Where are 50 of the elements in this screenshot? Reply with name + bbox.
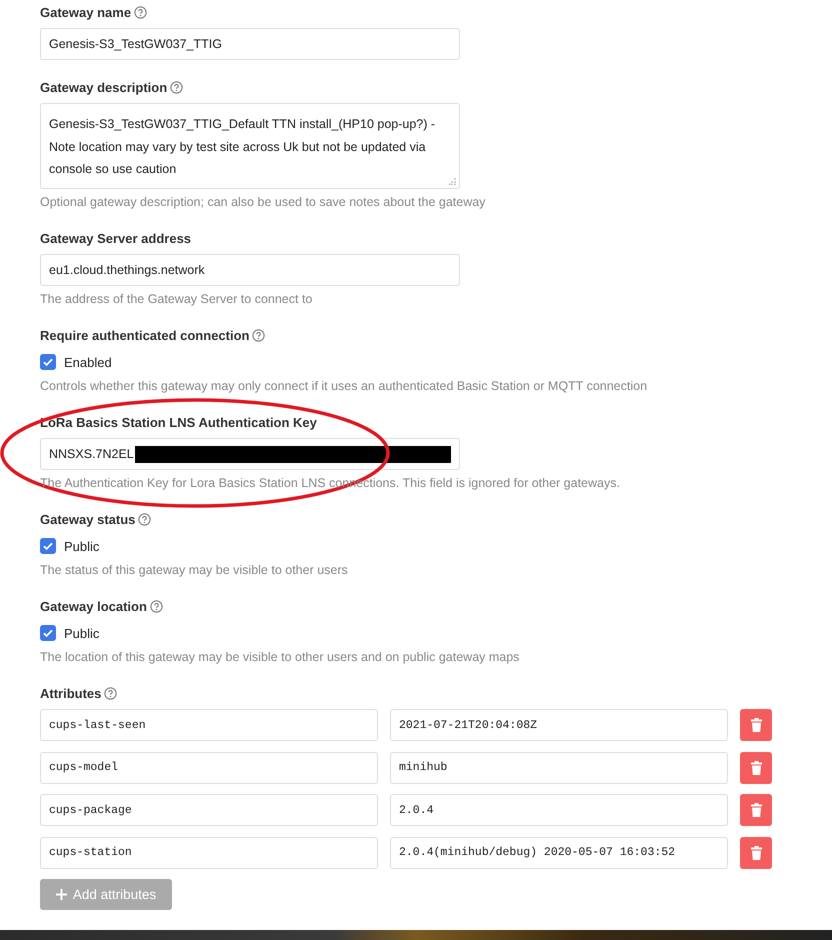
resize-grip-icon[interactable] xyxy=(449,178,456,185)
trash-icon xyxy=(750,846,762,860)
checkbox[interactable] xyxy=(40,354,56,370)
attribute-value-field[interactable]: minihub xyxy=(390,752,728,784)
delete-button[interactable] xyxy=(740,836,772,868)
input-field[interactable]: NNSXS.7N2EL xyxy=(40,438,460,470)
attribute-value-field[interactable]: 2021-07-21T20:04:08Z xyxy=(390,709,728,741)
checkbox-label: Public xyxy=(64,538,100,554)
attribute-value-field[interactable]: 2.0.4(minihub/debug) 2020-05-07 16:03:52 xyxy=(390,836,728,868)
delete-button[interactable] xyxy=(740,752,772,784)
checkbox-label: Enabled xyxy=(64,354,112,370)
trash-icon xyxy=(750,803,762,817)
field-label: LoRa Basics Station LNS Authentication Key xyxy=(40,414,317,430)
input-field[interactable]: eu1.cloud.thethings.network xyxy=(40,254,460,286)
help-icon[interactable] xyxy=(104,686,118,700)
trash-icon xyxy=(750,718,762,732)
plus-icon xyxy=(56,889,67,900)
help-icon[interactable] xyxy=(134,6,148,18)
field-label: Gateway name xyxy=(40,4,132,20)
help-icon[interactable] xyxy=(150,600,163,612)
help-icon[interactable] xyxy=(138,512,152,526)
delete-button[interactable] xyxy=(740,709,772,741)
field-hint: The location of this gateway may be visible to other users and on public gateway maps xyxy=(40,649,520,666)
attribute-key-field[interactable]: cups-package xyxy=(40,794,378,826)
field-label: Require authenticated connection xyxy=(40,328,250,342)
field-label: Attributes xyxy=(40,686,102,700)
delete-button[interactable] xyxy=(740,794,772,826)
field-label: Gateway Server address xyxy=(40,230,192,246)
field-hint: The address of the Gateway Server to connect to xyxy=(40,291,314,308)
attribute-key-field[interactable]: cups-station xyxy=(40,836,378,868)
textarea-field[interactable]: Genesis-S3_TestGW037_TTIG_Default TTN install_(HP10 pop-up?) - Note location may vary by test site across Uk but not be updated via console so use caution xyxy=(40,103,460,189)
checkbox-label: Public xyxy=(64,626,100,640)
attribute-key-field[interactable]: cups-last-seen xyxy=(40,709,378,741)
checkbox[interactable] xyxy=(40,625,56,641)
help-icon[interactable] xyxy=(170,80,184,94)
trash-icon xyxy=(750,760,762,774)
check-icon xyxy=(42,627,54,639)
help-icon[interactable] xyxy=(252,328,266,342)
input-field[interactable]: Genesis-S3_TestGW037_TTIG xyxy=(40,28,460,60)
check-icon xyxy=(42,540,54,552)
field-hint: The status of this gateway may be visible to other users xyxy=(40,562,349,579)
field-hint: Optional gateway description; can also be used to save notes about the gateway xyxy=(40,194,486,211)
check-icon xyxy=(42,356,54,368)
attribute-key-field[interactable]: cups-model xyxy=(40,752,378,784)
attribute-value-field[interactable]: 2.0.4 xyxy=(390,794,728,826)
field-label: Gateway status xyxy=(40,512,136,526)
checkbox[interactable] xyxy=(40,538,56,554)
field-label: Gateway description xyxy=(40,80,168,94)
field-label: Gateway location xyxy=(40,598,147,614)
field-hint: Controls whether this gateway may only connect if it uses an authenticated Basic Station or MQTT connection xyxy=(40,378,648,395)
